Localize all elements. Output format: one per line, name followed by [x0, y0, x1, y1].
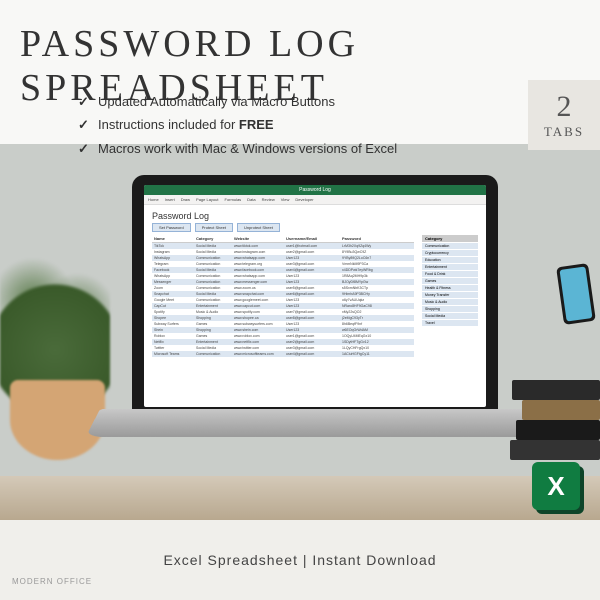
- laptop: Password Log Home Insert Draw Page Layout Fo…: [100, 175, 530, 455]
- desk-surface: [0, 476, 600, 520]
- category-item[interactable]: Cryptocurrency: [422, 249, 478, 256]
- category-item[interactable]: Money Transfer: [422, 291, 478, 298]
- table-row[interactable]: Microsoft TeamsCommunicationwww.microsof…: [152, 351, 414, 357]
- set-password-button[interactable]: Set Password: [152, 223, 191, 232]
- table-header: Name Category Website Username/Email Pas…: [152, 235, 414, 243]
- ribbon-tab[interactable]: Page Layout: [196, 197, 218, 202]
- category-item[interactable]: Music & Audio: [422, 298, 478, 305]
- check-icon: ✓: [78, 137, 92, 160]
- excel-logo: X: [532, 462, 580, 510]
- book: [510, 440, 600, 460]
- category-item[interactable]: Food & Drink: [422, 270, 478, 277]
- ribbon-tab[interactable]: Insert: [165, 197, 175, 202]
- category-item[interactable]: Communication: [422, 242, 478, 249]
- feature-item: ✓Updated Automatically via Macro Buttons: [78, 90, 397, 113]
- badge-label: TABS: [544, 124, 584, 140]
- ribbon-tab[interactable]: Home: [148, 197, 159, 202]
- excel-titlebar: Password Log: [144, 185, 486, 195]
- category-item[interactable]: Education: [422, 256, 478, 263]
- sheet-title: Password Log: [152, 211, 478, 221]
- watermark: MODERN OFFICE: [12, 577, 92, 586]
- category-item[interactable]: Travel: [422, 319, 478, 326]
- protect-sheet-button[interactable]: Protect Sheet: [195, 223, 233, 232]
- ribbon-tab[interactable]: Data: [247, 197, 255, 202]
- book: [522, 400, 600, 420]
- ribbon-tab[interactable]: View: [281, 197, 290, 202]
- category-item[interactable]: Entertainment: [422, 263, 478, 270]
- macro-buttons: Set Password Protect Sheet Unprotect She…: [152, 223, 478, 232]
- excel-logo-icon: X: [532, 462, 580, 510]
- category-header: Category: [422, 235, 478, 242]
- book: [516, 420, 600, 440]
- laptop-base: [86, 409, 545, 437]
- ribbon-tab[interactable]: Developer: [295, 197, 313, 202]
- ribbon-tab[interactable]: Draw: [181, 197, 190, 202]
- category-item[interactable]: Shopping: [422, 305, 478, 312]
- footer-text: Excel Spreadsheet | Instant Download: [163, 552, 436, 568]
- category-item[interactable]: Games: [422, 277, 478, 284]
- category-list: Category CommunicationCryptocurrencyEduc…: [422, 235, 478, 357]
- category-item[interactable]: Health & Fitness: [422, 284, 478, 291]
- feature-item: ✓Instructions included for FREE: [78, 113, 397, 136]
- screen-frame: Password Log Home Insert Draw Page Layout Fo…: [132, 175, 498, 417]
- unprotect-sheet-button[interactable]: Unprotect Sheet: [237, 223, 280, 232]
- tabs-badge: 2 TABS: [528, 80, 600, 150]
- ribbon-tab[interactable]: Formulas: [225, 197, 242, 202]
- excel-ribbon: Home Insert Draw Page Layout Formulas Data Rev…: [144, 195, 486, 205]
- book: [512, 380, 600, 400]
- check-icon: ✓: [78, 113, 92, 136]
- worksheet: Password Log Set Password Protect Sheet …: [144, 205, 486, 407]
- feature-item: ✓Macros work with Mac & Windows versions…: [78, 137, 397, 160]
- badge-number: 2: [557, 90, 572, 124]
- feature-list: ✓Updated Automatically via Macro Buttons…: [78, 90, 397, 160]
- books-decoration: [505, 310, 600, 460]
- pot-decoration: [10, 380, 105, 460]
- footer-bar: Excel Spreadsheet | Instant Download: [0, 520, 600, 600]
- password-table: Name Category Website Username/Email Pas…: [152, 235, 414, 357]
- category-item[interactable]: Social Media: [422, 312, 478, 319]
- excel-screen: Password Log Home Insert Draw Page Layout Fo…: [144, 185, 486, 407]
- check-icon: ✓: [78, 90, 92, 113]
- ribbon-tab[interactable]: Review: [262, 197, 275, 202]
